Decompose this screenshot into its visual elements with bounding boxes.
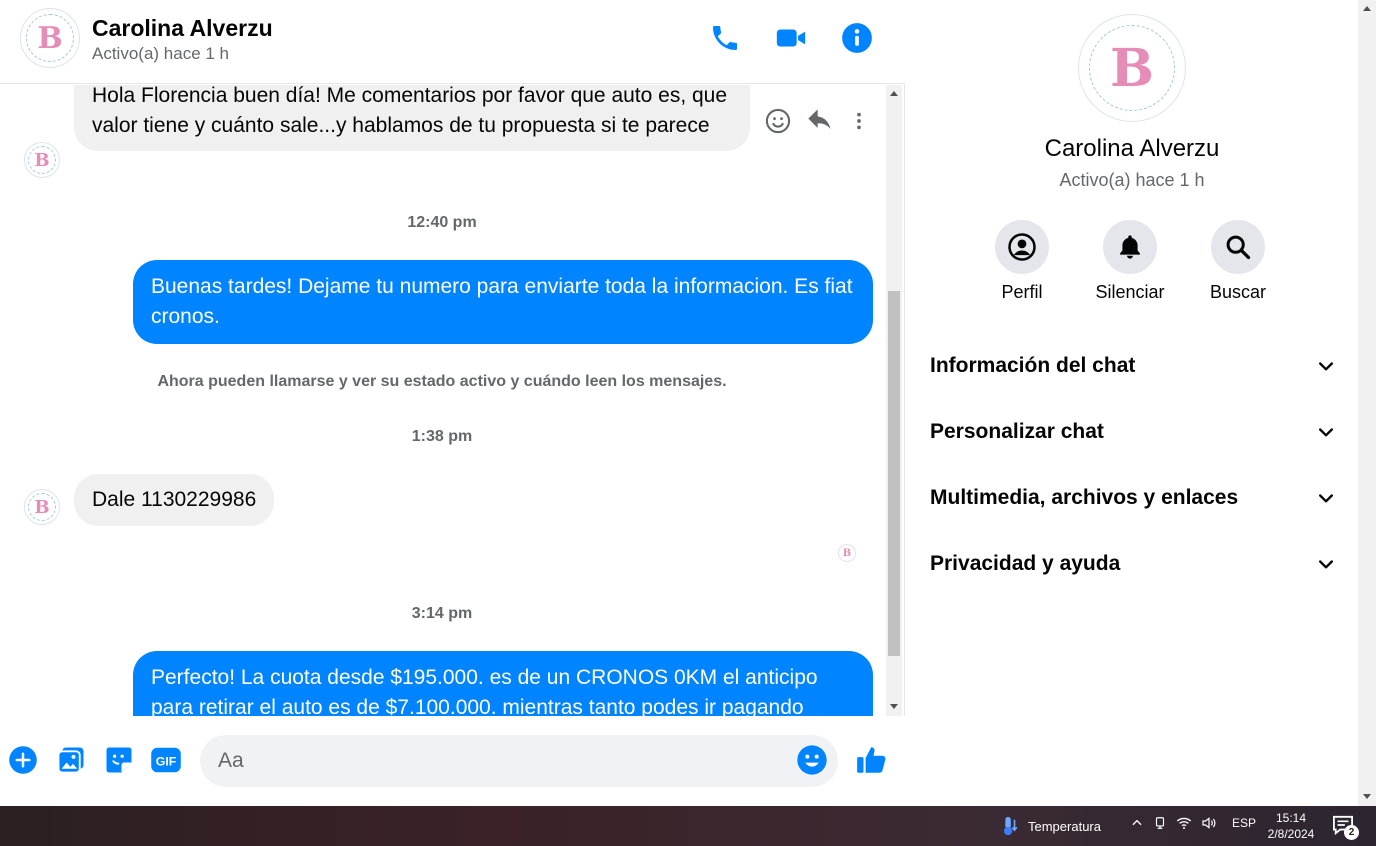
plus-circle-icon <box>9 746 37 774</box>
emoji-button[interactable] <box>796 744 828 776</box>
chevron-down-icon <box>1319 362 1333 371</box>
notification-center-button[interactable]: 2 <box>1332 815 1359 840</box>
video-camera-icon <box>776 29 806 47</box>
call-button[interactable] <box>707 20 743 56</box>
info-icon <box>842 23 872 53</box>
contact-name[interactable]: Carolina Alverzu <box>92 15 273 42</box>
contact-avatar-large[interactable]: B <box>1078 14 1186 122</box>
sticker-button[interactable] <box>103 744 135 776</box>
wifi-icon[interactable] <box>1176 815 1192 831</box>
thumbs-up-icon <box>857 747 886 773</box>
section-privacy-help[interactable]: Privacidad y ayuda <box>930 539 1336 589</box>
sender-avatar: B <box>24 489 60 525</box>
gif-button[interactable]: GIF <box>150 744 182 776</box>
section-customize-chat[interactable]: Personalizar chat <box>930 407 1336 457</box>
timestamp: 1:38 pm <box>411 428 473 445</box>
profile-icon <box>1008 233 1036 261</box>
weather-widget[interactable]: Temperatura <box>998 814 1101 838</box>
avatar-ring <box>1089 25 1175 111</box>
input-language[interactable]: ESP <box>1232 816 1256 830</box>
section-media-files-links[interactable]: Multimedia, archivos y enlaces <box>930 473 1336 523</box>
scroll-up-arrow[interactable] <box>890 91 898 96</box>
search-action-label: Buscar <box>1209 282 1267 302</box>
avatar-ring <box>28 146 56 174</box>
timestamp: 12:40 pm <box>407 214 477 231</box>
like-button[interactable] <box>854 744 890 776</box>
bell-icon <box>1120 235 1140 259</box>
svg-text:GIF: GIF <box>156 755 177 769</box>
chevron-up-icon[interactable] <box>1130 816 1144 830</box>
message-scrollbar[interactable] <box>886 85 902 716</box>
more-options-icon[interactable] <box>848 107 870 135</box>
sticker-icon <box>106 747 132 773</box>
taskbar: Temperatura ESP 15:14 2/8/2024 2 <box>0 806 1376 846</box>
panel-contact-status: Activo(a) hace 1 h <box>1059 170 1205 190</box>
attach-photo-button[interactable] <box>55 744 87 776</box>
video-call-button[interactable] <box>773 20 809 56</box>
chevron-down-icon <box>1319 428 1333 437</box>
avatar-ring <box>28 493 56 521</box>
section-chat-info[interactable]: Información del chat <box>930 341 1336 391</box>
composer: GIF <box>0 716 905 806</box>
read-receipt-avatar: B <box>838 544 856 562</box>
more-actions-button[interactable] <box>7 744 39 776</box>
message-list[interactable]: B Hola Florencia buen día! Me comentario… <box>0 85 884 716</box>
section-title: Información del chat <box>930 354 1136 377</box>
profile-action-circle[interactable] <box>995 220 1049 274</box>
message-input[interactable] <box>200 735 838 787</box>
volume-icon[interactable] <box>1201 815 1217 831</box>
conversation-info-button[interactable] <box>839 20 875 56</box>
reply-icon[interactable] <box>806 107 834 135</box>
section-title: Personalizar chat <box>930 420 1104 443</box>
chat-column: B Carolina Alverzu Activo(a) hace 1 h B … <box>0 0 905 806</box>
thermometer-icon <box>1003 816 1018 836</box>
scroll-down-arrow[interactable] <box>890 704 898 709</box>
scroll-thumb[interactable] <box>888 291 900 656</box>
phone-icon <box>713 26 737 50</box>
clock-time: 15:14 <box>1275 811 1307 825</box>
incoming-message[interactable]: Hola Florencia buen día! Me comentarios … <box>74 85 750 151</box>
contact-avatar[interactable]: B <box>20 8 80 68</box>
taskbar-clock[interactable]: 15:14 2/8/2024 <box>1262 810 1320 842</box>
weather-label: Temperatura <box>1028 818 1101 834</box>
emoji-icon <box>797 745 827 775</box>
search-icon <box>1226 235 1251 260</box>
outgoing-message[interactable]: Perfecto! La cuota desde $195.000. es de… <box>133 651 873 716</box>
chevron-down-icon <box>1319 494 1333 503</box>
section-title: Multimedia, archivos y enlaces <box>930 486 1239 509</box>
messenger-window: B Carolina Alverzu Activo(a) hace 1 h B … <box>0 0 1376 806</box>
avatar-letter: B <box>842 547 852 559</box>
profile-action-label: Perfil <box>1001 282 1043 302</box>
search-action[interactable]: Buscar <box>1183 220 1293 303</box>
system-message: Ahora pueden llamarse y ver su estado ac… <box>157 373 727 390</box>
sender-avatar: B <box>24 142 60 178</box>
scroll-up-arrow[interactable] <box>1363 6 1371 11</box>
clock-date: 2/8/2024 <box>1267 827 1315 841</box>
notification-badge: 2 <box>1344 825 1359 840</box>
timestamp: 3:14 pm <box>411 605 473 622</box>
avatar-ring <box>26 14 74 62</box>
gif-icon: GIF <box>151 747 181 773</box>
mute-action-circle[interactable] <box>1103 220 1157 274</box>
mute-action-label: Silenciar <box>1095 282 1165 302</box>
mute-action[interactable]: Silenciar <box>1075 220 1185 303</box>
scroll-down-arrow[interactable] <box>1363 794 1371 799</box>
section-title: Privacidad y ayuda <box>930 552 1121 575</box>
photo-gallery-icon <box>57 747 84 774</box>
device-icon[interactable] <box>1153 815 1167 831</box>
message-actions <box>764 107 870 135</box>
conversation-details-panel: B Carolina Alverzu Activo(a) hace 1 h Pe… <box>906 0 1358 806</box>
system-tray: ESP <box>1130 815 1256 831</box>
react-emoji-icon[interactable] <box>764 107 792 135</box>
window-scrollbar[interactable] <box>1358 0 1376 806</box>
chat-header: B Carolina Alverzu Activo(a) hace 1 h <box>0 0 905 84</box>
search-action-circle[interactable] <box>1211 220 1265 274</box>
profile-action[interactable]: Perfil <box>967 220 1077 303</box>
chevron-down-icon <box>1319 560 1333 569</box>
outgoing-message[interactable]: Buenas tardes! Dejame tu numero para env… <box>133 260 873 344</box>
panel-contact-name: Carolina Alverzu <box>1044 135 1220 162</box>
incoming-message[interactable]: Dale 1130229986 <box>74 474 275 526</box>
contact-status: Activo(a) hace 1 h <box>92 44 230 63</box>
